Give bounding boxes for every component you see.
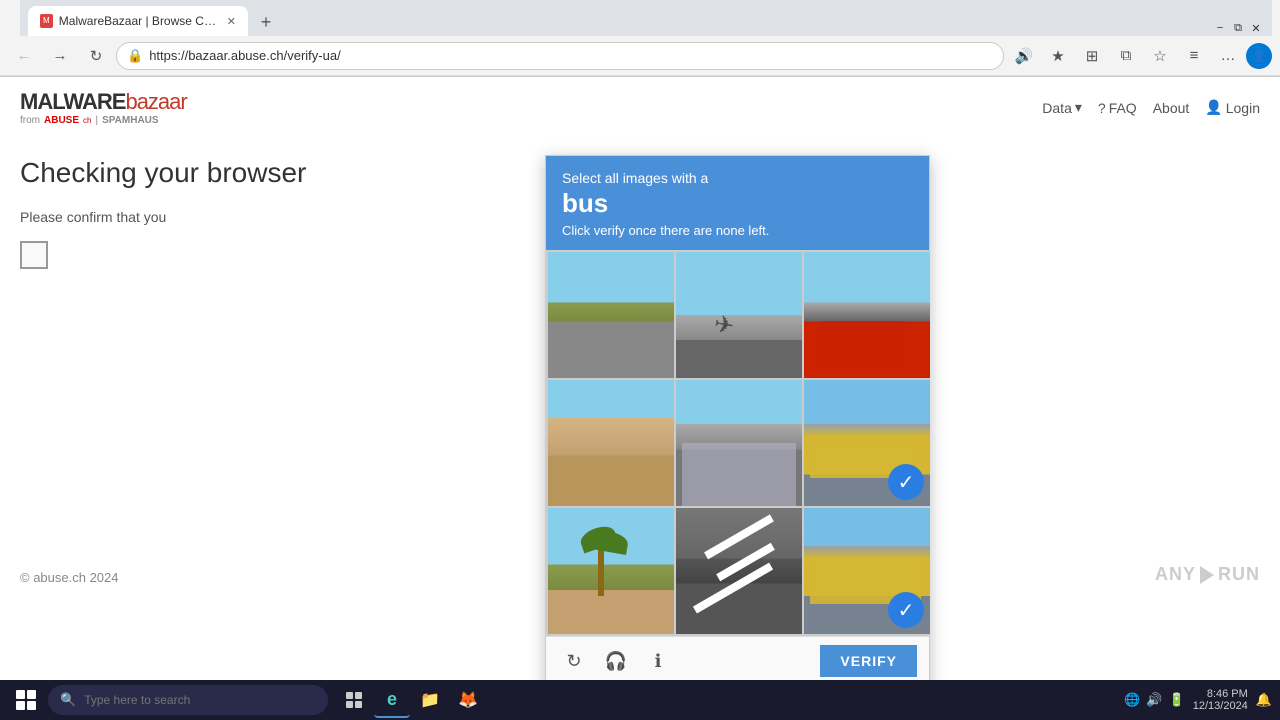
taskbar-explorer-app[interactable]: 📁 — [412, 682, 448, 718]
taskbar-right: 🌐 🔊 🔋 8:46 PM 12/13/2024 🔔 — [1124, 688, 1272, 712]
taskbar: 🔍 e 📁 🦊 🌐 🔊 🔋 8:46 PM — [0, 680, 1280, 720]
captcha-cell-8[interactable]: ✓ — [676, 508, 802, 634]
taskbar-apps: e 📁 🦊 — [336, 682, 486, 718]
tab-label: MalwareBazaar | Browse Checkin... — [59, 14, 219, 28]
nav-faq-link[interactable]: ? FAQ — [1098, 100, 1137, 116]
captcha-footer: ↻ 🎧 ℹ VERIFY — [546, 636, 929, 685]
split-button[interactable]: ⧉ — [1110, 40, 1142, 72]
copyright-text: © abuse.ch 2024 — [20, 570, 118, 585]
forward-button[interactable]: → — [44, 40, 76, 72]
new-tab-button[interactable]: + — [252, 8, 280, 36]
address-bar[interactable]: 🔒 https://bazaar.abuse.ch/verify-ua/ — [116, 42, 1004, 70]
captcha-check-6: ✓ — [888, 464, 924, 500]
start-button[interactable] — [8, 682, 44, 718]
nav-login-link[interactable]: 👤 Login — [1205, 99, 1260, 116]
clock-time: 8:46 PM — [1193, 688, 1248, 700]
captcha-cell-6[interactable]: ✓ — [804, 380, 930, 506]
page-content: MALWAREbazaar from ABUSE ch | SPAMHAUS Da… — [0, 77, 1280, 605]
site-navigation: MALWAREbazaar from ABUSE ch | SPAMHAUS Da… — [0, 77, 1280, 138]
captcha-cell-9[interactable]: ✓ — [804, 508, 930, 634]
tab-active[interactable]: M MalwareBazaar | Browse Checkin... ✕ — [28, 6, 248, 36]
settings-button[interactable]: … — [1212, 40, 1244, 72]
lock-icon: 🔒 — [127, 48, 143, 64]
url-display: https://bazaar.abuse.ch/verify-ua/ — [149, 48, 993, 63]
captcha-dialog: Select all images with a bus Click verif… — [545, 155, 930, 696]
captcha-cell-2[interactable]: ✈ ✓ — [676, 252, 802, 378]
nav-right-icons: 🔊 ★ ⊞ ⧉ ☆ ≡ … 👤 — [1008, 40, 1272, 72]
nav-data-link[interactable]: Data ▾ — [1042, 99, 1082, 116]
logo-subtitle: from ABUSE ch | SPAMHAUS — [20, 115, 187, 126]
logo-from: from — [20, 115, 40, 126]
captcha-word: bus — [562, 188, 913, 219]
captcha-audio-button[interactable]: 🎧 — [600, 645, 632, 677]
login-icon: 👤 — [1205, 99, 1222, 116]
site-logo: MALWAREbazaar from ABUSE ch | SPAMHAUS — [20, 89, 187, 126]
anyrun-icon — [1200, 566, 1214, 584]
taskbar-search[interactable]: 🔍 — [48, 685, 328, 715]
tab-close-button[interactable]: ✕ — [227, 15, 236, 28]
collections-button[interactable]: ≡ — [1178, 40, 1210, 72]
captcha-cell-5[interactable]: ✓ — [676, 380, 802, 506]
faq-icon: ? — [1098, 100, 1106, 116]
captcha-cell-1[interactable]: ✓ — [548, 252, 674, 378]
captcha-verify-button[interactable]: VERIFY — [820, 645, 917, 677]
minimize-button[interactable]: − — [1212, 20, 1228, 36]
anyrun-logo: ANY RUN — [1155, 564, 1260, 585]
navigation-bar: ← → ↻ 🔒 https://bazaar.abuse.ch/verify-u… — [0, 36, 1280, 76]
refresh-button[interactable]: ↻ — [80, 40, 112, 72]
tab-favicon: M — [40, 14, 53, 28]
captcha-cell-3[interactable]: ✓ — [804, 252, 930, 378]
taskbar-firefox-app[interactable]: 🦊 — [450, 682, 486, 718]
captcha-header: Select all images with a bus Click verif… — [546, 156, 929, 250]
captcha-instruction: Select all images with a — [562, 170, 913, 186]
volume-icon[interactable]: 🔊 — [1146, 692, 1162, 708]
site-nav-links: Data ▾ ? FAQ About 👤 Login — [1042, 99, 1260, 116]
taskbar-edge-app[interactable]: e — [374, 682, 410, 718]
logo-separator: | — [95, 115, 98, 126]
human-checkbox[interactable] — [20, 241, 48, 269]
favorites-button[interactable]: ☆ — [1144, 40, 1176, 72]
firefox-icon: 🦊 — [458, 690, 478, 710]
anyrun-text: ANY — [1155, 564, 1196, 585]
taskbar-search-input[interactable] — [84, 693, 284, 707]
read-aloud-button[interactable]: 🔊 — [1008, 40, 1040, 72]
search-icon: 🔍 — [60, 692, 76, 708]
close-button[interactable]: ✕ — [1248, 20, 1264, 36]
captcha-cell-7[interactable]: ✓ — [548, 508, 674, 634]
captcha-check-9: ✓ — [888, 592, 924, 628]
taskbar-clock[interactable]: 8:46 PM 12/13/2024 — [1193, 688, 1248, 712]
taskbar-task-view[interactable] — [336, 682, 372, 718]
captcha-image-grid: ✓ ✈ ✓ ✓ ✓ ✓ — [546, 250, 929, 636]
notification-icon[interactable]: 🔔 — [1256, 692, 1272, 708]
logo-bazaar: bazaar — [125, 89, 186, 114]
captcha-cell-4[interactable]: ✓ — [548, 380, 674, 506]
add-favorites-button[interactable]: ★ — [1042, 40, 1074, 72]
data-dropdown-icon: ▾ — [1075, 99, 1082, 116]
extensions-button[interactable]: ⊞ — [1076, 40, 1108, 72]
captcha-info-button[interactable]: ℹ — [642, 645, 674, 677]
logo-ch: ch — [83, 116, 91, 125]
nav-about-link[interactable]: About — [1153, 100, 1190, 116]
profile-button[interactable]: 👤 — [1246, 43, 1272, 69]
network-icon[interactable]: 🌐 — [1124, 692, 1140, 708]
clock-date: 12/13/2024 — [1193, 700, 1248, 712]
folder-icon: 📁 — [420, 690, 440, 710]
captcha-footer-icons: ↻ 🎧 ℹ — [558, 645, 674, 677]
tab-bar: M MalwareBazaar | Browse Checkin... ✕ + … — [20, 0, 1272, 36]
title-bar: M MalwareBazaar | Browse Checkin... ✕ + … — [0, 0, 1280, 36]
battery-icon[interactable]: 🔋 — [1169, 692, 1185, 708]
logo-malware: MALWARE — [20, 89, 125, 114]
windows-icon — [16, 690, 36, 710]
taskbar-system-icons: 🌐 🔊 🔋 — [1124, 692, 1185, 708]
task-view-icon — [345, 691, 363, 709]
logo-spamhaus: SPAMHAUS — [102, 115, 158, 126]
logo-abuse: ABUSE — [44, 115, 79, 126]
browser-chrome: M MalwareBazaar | Browse Checkin... ✕ + … — [0, 0, 1280, 77]
captcha-refresh-button[interactable]: ↻ — [558, 645, 590, 677]
anyrun-run-text: RUN — [1218, 564, 1260, 585]
back-button[interactable]: ← — [8, 40, 40, 72]
captcha-subtext: Click verify once there are none left. — [562, 223, 913, 238]
restore-button[interactable]: ⧉ — [1230, 20, 1246, 36]
edge-icon: e — [387, 689, 397, 710]
